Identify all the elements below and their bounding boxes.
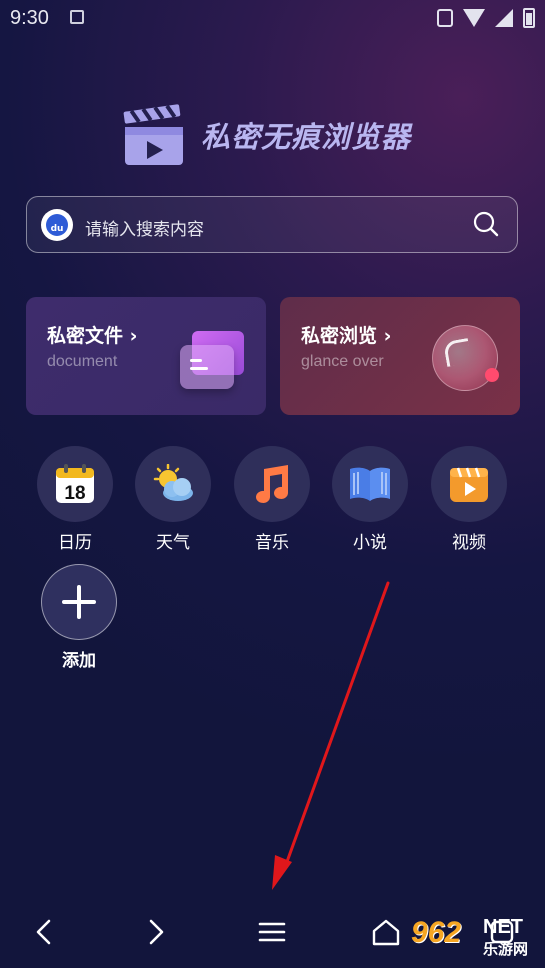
- forward-icon[interactable]: [138, 914, 174, 950]
- app-title: 私密无痕浏览器: [201, 120, 412, 154]
- book-icon: [350, 467, 390, 501]
- video-icon: [450, 467, 488, 502]
- card-title: 私密文件 ›: [47, 325, 138, 347]
- app-brand: 私密无痕浏览器: [123, 103, 411, 167]
- shortcut-music[interactable]: 音乐: [233, 446, 311, 553]
- clapperboard-play-icon: [123, 104, 183, 165]
- back-icon[interactable]: [26, 914, 62, 950]
- private-files-card[interactable]: 私密文件 › document: [26, 297, 266, 415]
- calendar-icon: 18: [56, 464, 94, 504]
- shortcut-label: 日历: [58, 533, 92, 553]
- vibrate-icon: [437, 9, 453, 27]
- search-bar[interactable]: du 请输入搜索内容: [26, 196, 518, 253]
- shortcut-label: 视频: [452, 533, 486, 553]
- weather-icon: [153, 464, 193, 501]
- shortcut-calendar[interactable]: 18 日历: [36, 446, 114, 553]
- watermark-number: 962: [411, 916, 462, 949]
- status-icons: [437, 8, 535, 28]
- card-subtitle: glance over: [301, 353, 384, 370]
- folder-icon: [180, 331, 244, 391]
- card-subtitle: document: [47, 353, 118, 370]
- shortcut-label: 添加: [62, 651, 96, 671]
- wifi-icon: [463, 9, 485, 27]
- menu-icon[interactable]: [254, 914, 290, 950]
- bottom-nav-bar: 962 NET 乐游网: [0, 896, 545, 968]
- watermark-cn: 乐游网: [483, 940, 529, 958]
- baidu-logo: du: [46, 214, 68, 236]
- notification-a-icon: [70, 10, 84, 24]
- chevron-right-icon: ›: [129, 325, 138, 347]
- shortcut-weather[interactable]: 天气: [134, 446, 212, 553]
- status-bar: 9:30: [0, 0, 545, 36]
- calendar-day: 18: [64, 483, 85, 504]
- shortcut-video[interactable]: 视频: [430, 446, 508, 553]
- plus-icon: [62, 585, 96, 619]
- status-time: 9:30: [10, 7, 49, 29]
- card-title: 私密浏览 ›: [301, 325, 392, 347]
- watermark-net: NET: [483, 916, 523, 938]
- shortcut-label: 天气: [156, 533, 190, 553]
- music-note-icon: [256, 465, 288, 503]
- private-browsing-card[interactable]: 私密浏览 › glance over: [280, 297, 520, 415]
- shortcut-label: 小说: [353, 533, 387, 553]
- magnifier-icon[interactable]: [473, 211, 499, 237]
- shortcut-label: 音乐: [255, 533, 289, 553]
- site-watermark: 962 NET 乐游网: [411, 914, 541, 962]
- chevron-right-icon: ›: [383, 325, 392, 347]
- glass-orb-icon: [432, 325, 499, 391]
- battery-icon: [523, 8, 535, 28]
- shortcut-novel[interactable]: 小说: [331, 446, 409, 553]
- signal-icon: [495, 9, 513, 27]
- search-input[interactable]: 请输入搜索内容: [85, 215, 204, 240]
- add-shortcut-button[interactable]: 添加: [40, 564, 118, 671]
- home-icon[interactable]: [368, 914, 404, 950]
- baidu-paw-icon[interactable]: du: [41, 209, 73, 241]
